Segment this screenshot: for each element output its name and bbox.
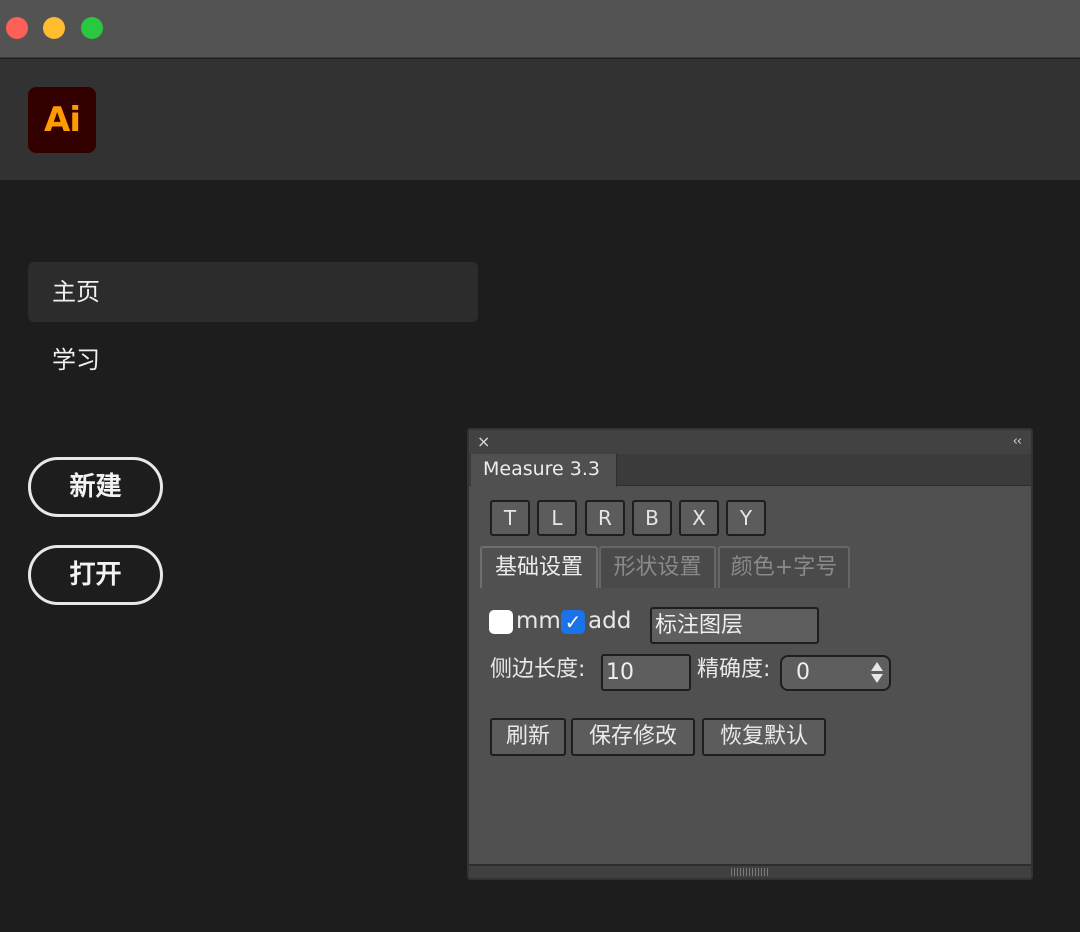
sidebar-item-learn[interactable]: 学习 bbox=[28, 330, 478, 390]
sidebar-item-home[interactable]: 主页 bbox=[28, 262, 478, 322]
window-titlebar bbox=[0, 0, 1080, 58]
window-minimize-button[interactable] bbox=[43, 17, 65, 39]
precision-label: 精确度: bbox=[697, 657, 771, 682]
panel-collapse-icon[interactable]: ‹‹ bbox=[1013, 431, 1022, 453]
stepper-arrows-icon[interactable] bbox=[871, 660, 883, 686]
app-header: Ai bbox=[0, 59, 1080, 180]
window-zoom-button[interactable] bbox=[81, 17, 103, 39]
measure-panel: × ‹‹ Measure 3.3 T L R B X Y 基础设置 形状设置 颜… bbox=[467, 428, 1033, 880]
restore-defaults-button[interactable]: 恢复默认 bbox=[702, 718, 826, 756]
side-right-button[interactable]: R bbox=[585, 500, 625, 536]
open-file-button[interactable]: 打开 bbox=[28, 545, 163, 605]
panel-resize-bar[interactable] bbox=[469, 864, 1031, 878]
tab-color-font-settings[interactable]: 颜色+字号 bbox=[718, 546, 850, 588]
side-bottom-button[interactable]: B bbox=[632, 500, 672, 536]
side-y-button[interactable]: Y bbox=[726, 500, 766, 536]
mm-checkbox-label: mm bbox=[516, 608, 561, 634]
tab-basic-settings[interactable]: 基础设置 bbox=[480, 546, 598, 588]
tab-measure[interactable]: Measure 3.3 bbox=[471, 454, 617, 487]
mm-checkbox[interactable] bbox=[489, 610, 513, 634]
layer-name-input[interactable]: 标注图层 bbox=[650, 607, 819, 644]
window-close-button[interactable] bbox=[6, 17, 28, 39]
precision-stepper[interactable]: 0 bbox=[780, 655, 891, 691]
new-file-button[interactable]: 新建 bbox=[28, 457, 163, 517]
panel-header-bar: × ‹‹ bbox=[469, 430, 1031, 454]
add-checkbox-label: add bbox=[588, 608, 632, 634]
side-top-button[interactable]: T bbox=[490, 500, 530, 536]
side-x-button[interactable]: X bbox=[679, 500, 719, 536]
tab-shape-settings[interactable]: 形状设置 bbox=[599, 546, 716, 588]
side-left-button[interactable]: L bbox=[537, 500, 577, 536]
save-changes-button[interactable]: 保存修改 bbox=[571, 718, 695, 756]
panel-close-icon[interactable]: × bbox=[477, 431, 490, 453]
resize-grip-icon[interactable] bbox=[731, 868, 769, 876]
side-length-input[interactable]: 10 bbox=[601, 654, 691, 691]
precision-value: 0 bbox=[796, 660, 810, 685]
add-checkbox[interactable]: ✓ bbox=[561, 610, 585, 634]
refresh-button[interactable]: 刷新 bbox=[490, 718, 566, 756]
side-length-label: 侧边长度: bbox=[490, 657, 586, 682]
panel-tab-strip: Measure 3.3 bbox=[469, 454, 1031, 487]
illustrator-logo-icon: Ai bbox=[28, 87, 96, 153]
